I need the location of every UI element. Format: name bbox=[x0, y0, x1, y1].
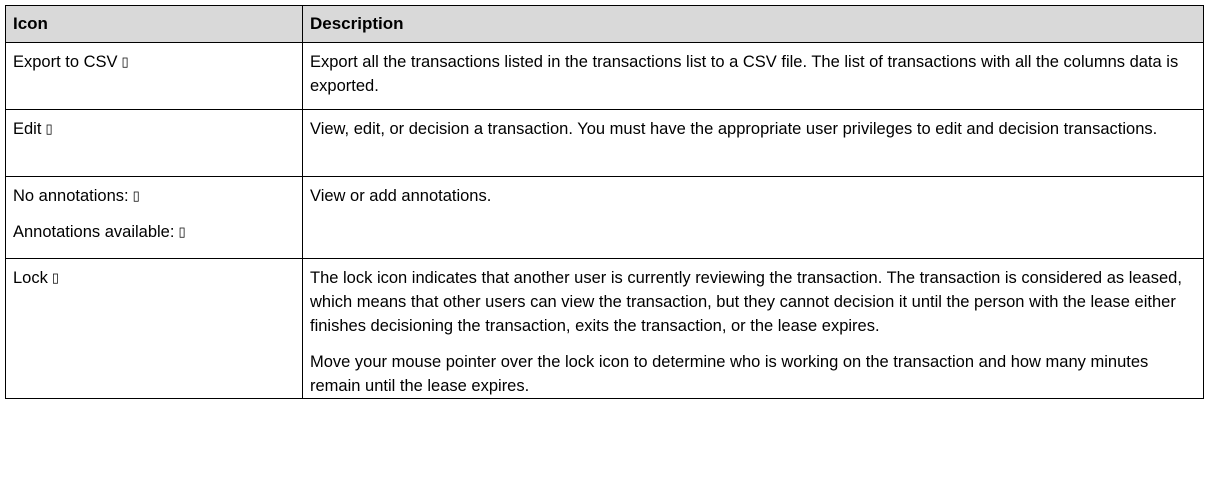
description-text: View, edit, or decision a transaction. Y… bbox=[310, 120, 1158, 138]
icon-cell: Edit ▯ bbox=[5, 109, 303, 177]
description-cell: Export all the transactions listed in th… bbox=[302, 42, 1204, 110]
description-cell: View or add annotations. bbox=[302, 176, 1204, 259]
icon-cell: Lock ▯ bbox=[5, 258, 303, 399]
icon-description-table: Icon Description Export to CSV ▯ Export a… bbox=[5, 5, 1204, 399]
export-csv-icon: ▯ bbox=[121, 54, 129, 69]
description-text: Export all the transactions listed in th… bbox=[310, 53, 1179, 95]
description-cell: The lock icon indicates that another use… bbox=[302, 258, 1204, 399]
description-text: Move your mouse pointer over the lock ic… bbox=[310, 353, 1149, 395]
lock-label: Lock bbox=[13, 269, 48, 287]
icon-cell: Export to CSV ▯ bbox=[5, 42, 303, 110]
description-text: The lock icon indicates that another use… bbox=[310, 269, 1182, 335]
annotations-available-label: Annotations available: bbox=[13, 223, 175, 241]
description-cell: View, edit, or decision a transaction. Y… bbox=[302, 109, 1204, 177]
table-row-lock: Lock ▯ The lock icon indicates that anoth… bbox=[5, 258, 1204, 399]
export-csv-label: Export to CSV bbox=[13, 53, 118, 71]
icon-cell: No annotations: ▯ Annotations available: ▯ bbox=[5, 176, 303, 259]
table-row-export-csv: Export to CSV ▯ Export all the transactio… bbox=[5, 42, 1204, 110]
edit-label: Edit bbox=[13, 120, 42, 138]
table-row-annotations: No annotations: ▯ Annotations available: ▯… bbox=[5, 176, 1204, 259]
header-icon: Icon bbox=[5, 5, 303, 43]
table-row-edit: Edit ▯ View, edit, or decision a transact… bbox=[5, 109, 1204, 177]
no-annotations-label: No annotations: bbox=[13, 187, 129, 205]
no-annotations-icon: ▯ bbox=[132, 188, 140, 203]
description-text: View or add annotations. bbox=[310, 187, 492, 205]
edit-icon: ▯ bbox=[45, 121, 53, 136]
lock-icon: ▯ bbox=[51, 270, 60, 285]
table-header-row: Icon Description bbox=[5, 5, 1204, 43]
header-description: Description bbox=[302, 5, 1204, 43]
annotations-available-icon: ▯ bbox=[178, 224, 186, 239]
